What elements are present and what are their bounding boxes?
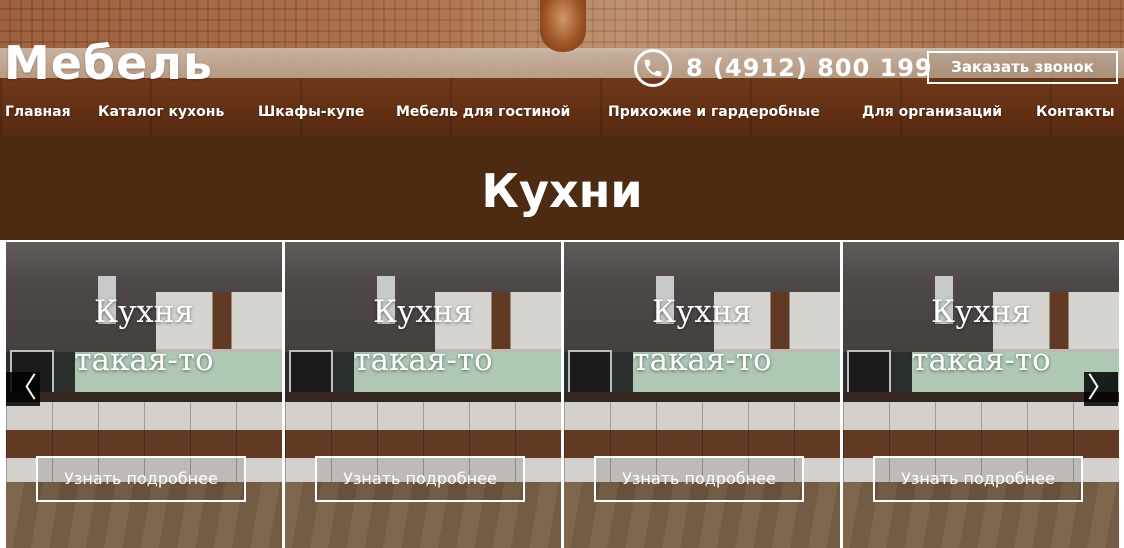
section-title-band: Кухни: [0, 136, 1124, 240]
nav-item-wardrobes[interactable]: Шкафы-купе: [258, 104, 364, 120]
nav-item-home[interactable]: Главная: [5, 104, 71, 120]
learn-more-button[interactable]: Узнать подробнее: [594, 456, 804, 502]
kitchen-card-title-line1: Кухня: [652, 294, 752, 330]
learn-more-button[interactable]: Узнать подробнее: [315, 456, 525, 502]
learn-more-button[interactable]: Узнать подробнее: [873, 456, 1083, 502]
kitchen-card: Кухня такая-то Узнать подробнее: [564, 242, 840, 548]
phone-icon: [634, 49, 672, 87]
kitchen-card-title: Кухня такая-то: [285, 288, 561, 384]
nav-item-kitchen-catalog[interactable]: Каталог кухонь: [98, 104, 224, 120]
kitchen-card-title: Кухня такая-то: [564, 288, 840, 384]
kitchen-card-title-line2: такая-то: [74, 342, 214, 378]
chevron-right-icon[interactable]: 〉: [1084, 372, 1118, 406]
kitchen-card-title-line1: Кухня: [94, 294, 194, 330]
kitchen-card-title-line2: такая-то: [911, 342, 1051, 378]
kitchen-card-title-line1: Кухня: [931, 294, 1031, 330]
order-call-button[interactable]: Заказать звонок: [927, 51, 1118, 84]
site-logo[interactable]: Мебель: [4, 36, 213, 90]
kitchen-card-title-line2: такая-то: [353, 342, 493, 378]
learn-more-button[interactable]: Узнать подробнее: [36, 456, 246, 502]
phone-number[interactable]: 8 (4912) 800 199: [686, 54, 933, 82]
kitchen-card-title-line2: такая-то: [632, 342, 772, 378]
nav-item-contacts[interactable]: Контакты: [1036, 104, 1115, 120]
kitchen-card-title: Кухня такая-то: [843, 288, 1119, 384]
header: Мебель 8 (4912) 800 199 Заказать звонок …: [0, 0, 1124, 136]
chevron-left-icon[interactable]: 〈: [6, 372, 40, 406]
section-title: Кухни: [481, 164, 643, 218]
kitchen-card: Кухня такая-то Узнать подробнее: [285, 242, 561, 548]
kitchen-slider: Кухня такая-то Узнать подробнее Кухня та…: [0, 240, 1124, 548]
nav-item-organizations[interactable]: Для организаций: [862, 104, 1002, 120]
kitchen-card-title: Кухня такая-то: [6, 288, 282, 384]
nav-item-hallways[interactable]: Прихожие и гардеробные: [608, 104, 820, 120]
nav-item-living-room[interactable]: Мебель для гостиной: [396, 104, 570, 120]
kitchen-card: Кухня такая-то Узнать подробнее: [6, 242, 282, 548]
kitchen-card-title-line1: Кухня: [373, 294, 473, 330]
kitchen-card: Кухня такая-то Узнать подробнее: [843, 242, 1119, 548]
